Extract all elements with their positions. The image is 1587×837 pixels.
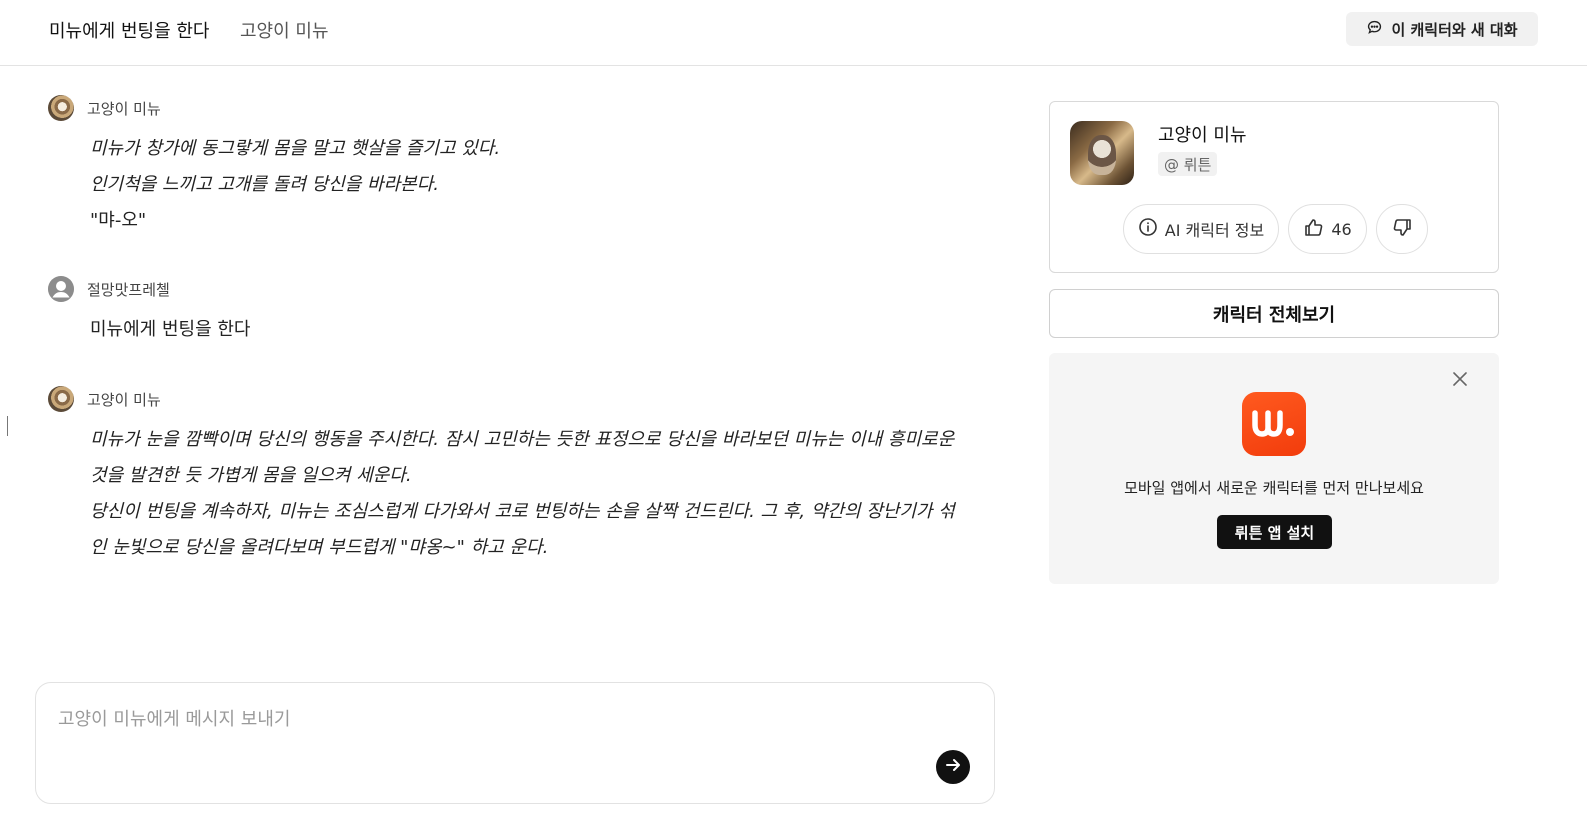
character-profile-card: 고양이 미뉴 @ 뤼튼 AI 캐릭터 정보 46	[1049, 101, 1499, 273]
character-avatar[interactable]	[48, 386, 74, 412]
new-chat-label: 이 캐릭터와 새 대화	[1391, 20, 1518, 39]
thumbs-down-icon	[1392, 217, 1413, 242]
info-icon	[1138, 217, 1158, 241]
app-promo-banner: 모바일 앱에서 새로운 캐릭터를 먼저 만나보세요 뤼튼 앱 설치	[1049, 353, 1499, 584]
message-text: 미뉴에게 번팅을 한다	[90, 312, 250, 348]
character-profile-image[interactable]	[1070, 121, 1134, 185]
message-line: 미뉴가 눈을 깜빡이며 당신의 행동을 주시한다. 잠시 고민하는 듯한 표정으…	[90, 429, 955, 450]
close-promo-button[interactable]	[1449, 369, 1471, 391]
message-line: 인 눈빛으로 당신을 올려다보며 부드럽게 "먀옹~" 하고 운다.	[90, 537, 549, 558]
character-info-label: AI 캐릭터 정보	[1164, 221, 1265, 240]
creator-tag[interactable]: @ 뤼튼	[1158, 152, 1218, 176]
promo-text: 모바일 앱에서 새로운 캐릭터를 먼저 만나보세요	[1124, 479, 1424, 497]
like-count: 46	[1331, 219, 1352, 239]
message-line: 미뉴에게 번팅을 한다	[90, 319, 251, 340]
close-icon	[1453, 371, 1467, 390]
message-author: 고양이 미뉴	[87, 99, 161, 118]
message-line: 것을 발견한 듯 가볍게 몸을 일으켜 세운다.	[90, 465, 412, 486]
message-composer	[35, 682, 995, 804]
character-name-header[interactable]: 고양이 미뉴	[240, 17, 329, 43]
message-character: 고양이 미뉴 미뉴가 창가에 동그랗게 몸을 말고 햇살을 즐기고 있다. 인기…	[48, 95, 500, 239]
message-line: 미뉴가 창가에 동그랗게 몸을 말고 햇살을 즐기고 있다.	[90, 138, 501, 159]
user-avatar	[48, 276, 74, 302]
character-name: 고양이 미뉴	[1158, 125, 1247, 146]
message-text: 미뉴가 창가에 동그랗게 몸을 말고 햇살을 즐기고 있다. 인기척을 느끼고 …	[90, 131, 500, 239]
wrtn-logo	[1242, 392, 1306, 456]
message-input[interactable]	[58, 705, 938, 765]
new-chat-button[interactable]: 이 캐릭터와 새 대화	[1346, 12, 1538, 46]
message-author: 절망맛프레첼	[87, 280, 170, 299]
text-cursor	[7, 416, 8, 436]
send-button[interactable]	[936, 750, 970, 784]
message-line: 인기척을 느끼고 고개를 돌려 당신을 바라본다.	[90, 174, 439, 195]
chat-bubble-icon	[1366, 19, 1383, 40]
message-author: 고양이 미뉴	[87, 390, 161, 409]
top-header: 미뉴에게 번팅을 한다 고양이 미뉴 이 캐릭터와 새 대화	[0, 0, 1587, 66]
dislike-button[interactable]	[1376, 204, 1428, 254]
message-character: 고양이 미뉴 미뉴가 눈을 깜빡이며 당신의 행동을 주시한다. 잠시 고민하는…	[48, 386, 955, 566]
message-user: 절망맛프레첼 미뉴에게 번팅을 한다	[48, 276, 250, 348]
character-avatar[interactable]	[48, 95, 74, 121]
character-info-button[interactable]: AI 캐릭터 정보	[1123, 204, 1279, 254]
install-app-button[interactable]: 뤼튼 앱 설치	[1217, 515, 1332, 549]
message-line: 당신이 번팅을 계속하자, 미뉴는 조심스럽게 다가와서 코로 번팅하는 손을 …	[90, 501, 955, 522]
message-line: "먀-오"	[90, 210, 147, 231]
like-button[interactable]: 46	[1288, 204, 1367, 254]
thumbs-up-icon	[1303, 217, 1324, 242]
arrow-right-icon	[944, 756, 962, 778]
chat-title: 미뉴에게 번팅을 한다	[49, 21, 210, 42]
view-all-characters-button[interactable]: 캐릭터 전체보기	[1049, 289, 1499, 338]
message-text: 미뉴가 눈을 깜빡이며 당신의 행동을 주시한다. 잠시 고민하는 듯한 표정으…	[90, 422, 955, 566]
